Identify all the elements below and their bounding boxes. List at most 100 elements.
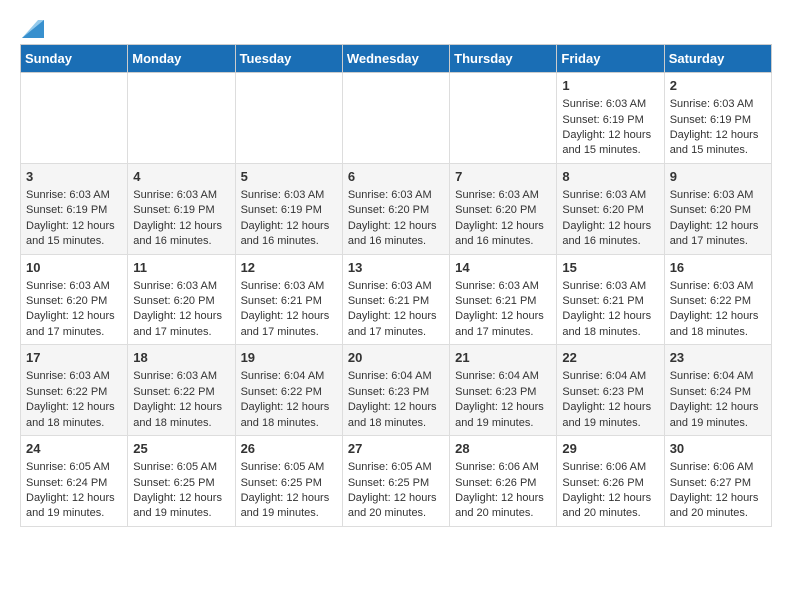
calendar-cell: 22 Sunrise: 6:04 AM Sunset: 6:23 PM Dayli…	[557, 345, 664, 436]
day-header-friday: Friday	[557, 45, 664, 73]
day-info: Sunrise: 6:03 AM Sunset: 6:19 PM Dayligh…	[241, 188, 337, 250]
day-number: 25	[133, 440, 229, 458]
day-number: 22	[562, 349, 658, 367]
day-header-sunday: Sunday	[21, 45, 128, 73]
day-info: Sunrise: 6:03 AM Sunset: 6:21 PM Dayligh…	[562, 279, 658, 341]
calendar-cell: 6 Sunrise: 6:03 AM Sunset: 6:20 PM Daylig…	[342, 163, 449, 254]
day-number: 7	[455, 168, 551, 186]
day-number: 13	[348, 259, 444, 277]
calendar-cell: 11 Sunrise: 6:03 AM Sunset: 6:20 PM Dayli…	[128, 254, 235, 345]
day-number: 30	[670, 440, 766, 458]
day-number: 15	[562, 259, 658, 277]
day-number: 9	[670, 168, 766, 186]
day-info: Sunrise: 6:03 AM Sunset: 6:20 PM Dayligh…	[348, 188, 444, 250]
day-info: Sunrise: 6:05 AM Sunset: 6:25 PM Dayligh…	[241, 460, 337, 522]
calendar-week-row: 24Sunrise: 6:05 AM Sunset: 6:24 PM Dayli…	[21, 436, 772, 527]
day-number: 12	[241, 259, 337, 277]
day-info: Sunrise: 6:06 AM Sunset: 6:26 PM Dayligh…	[562, 460, 658, 522]
day-number: 14	[455, 259, 551, 277]
calendar-cell: 18 Sunrise: 6:03 AM Sunset: 6:22 PM Dayli…	[128, 345, 235, 436]
calendar-cell: 4 Sunrise: 6:03 AM Sunset: 6:19 PM Daylig…	[128, 163, 235, 254]
day-number: 6	[348, 168, 444, 186]
calendar-cell: 25 Sunrise: 6:05 AM Sunset: 6:25 PM Dayli…	[128, 436, 235, 527]
day-info: Sunrise: 6:03 AM Sunset: 6:21 PM Dayligh…	[241, 279, 337, 341]
day-info: Sunrise: 6:05 AM Sunset: 6:25 PM Dayligh…	[348, 460, 444, 522]
day-number: 16	[670, 259, 766, 277]
logo-icon	[22, 20, 44, 38]
calendar-cell: 7 Sunrise: 6:03 AM Sunset: 6:20 PM Daylig…	[450, 163, 557, 254]
calendar-cell: 26 Sunrise: 6:05 AM Sunset: 6:25 PM Dayli…	[235, 436, 342, 527]
day-number: 21	[455, 349, 551, 367]
calendar-cell: 8Sunrise: 6:03 AM Sunset: 6:20 PM Daylig…	[557, 163, 664, 254]
calendar-table: SundayMondayTuesdayWednesdayThursdayFrid…	[20, 44, 772, 527]
day-info: Sunrise: 6:03 AM Sunset: 6:19 PM Dayligh…	[562, 97, 658, 159]
day-number: 17	[26, 349, 122, 367]
calendar-cell: 17 Sunrise: 6:03 AM Sunset: 6:22 PM Dayli…	[21, 345, 128, 436]
day-number: 5	[241, 168, 337, 186]
day-info: Sunrise: 6:04 AM Sunset: 6:23 PM Dayligh…	[562, 369, 658, 431]
day-number: 11	[133, 259, 229, 277]
day-number: 4	[133, 168, 229, 186]
day-number: 29	[562, 440, 658, 458]
day-info: Sunrise: 6:04 AM Sunset: 6:23 PM Dayligh…	[455, 369, 551, 431]
day-number: 10	[26, 259, 122, 277]
day-info: Sunrise: 6:03 AM Sunset: 6:19 PM Dayligh…	[26, 188, 122, 250]
day-number: 26	[241, 440, 337, 458]
calendar-cell: 24Sunrise: 6:05 AM Sunset: 6:24 PM Dayli…	[21, 436, 128, 527]
calendar-cell	[342, 73, 449, 164]
day-info: Sunrise: 6:04 AM Sunset: 6:22 PM Dayligh…	[241, 369, 337, 431]
calendar-cell: 29 Sunrise: 6:06 AM Sunset: 6:26 PM Dayli…	[557, 436, 664, 527]
day-header-tuesday: Tuesday	[235, 45, 342, 73]
calendar-cell: 2 Sunrise: 6:03 AM Sunset: 6:19 PM Daylig…	[664, 73, 771, 164]
day-info: Sunrise: 6:03 AM Sunset: 6:21 PM Dayligh…	[455, 279, 551, 341]
calendar-cell: 23Sunrise: 6:04 AM Sunset: 6:24 PM Dayli…	[664, 345, 771, 436]
calendar-cell: 12 Sunrise: 6:03 AM Sunset: 6:21 PM Dayli…	[235, 254, 342, 345]
day-header-wednesday: Wednesday	[342, 45, 449, 73]
calendar-header-row: SundayMondayTuesdayWednesdayThursdayFrid…	[21, 45, 772, 73]
day-info: Sunrise: 6:03 AM Sunset: 6:19 PM Dayligh…	[670, 97, 766, 159]
calendar-cell: 28Sunrise: 6:06 AM Sunset: 6:26 PM Dayli…	[450, 436, 557, 527]
calendar-week-row: 1 Sunrise: 6:03 AM Sunset: 6:19 PM Daylig…	[21, 73, 772, 164]
header	[20, 20, 772, 34]
calendar-week-row: 17 Sunrise: 6:03 AM Sunset: 6:22 PM Dayli…	[21, 345, 772, 436]
day-number: 20	[348, 349, 444, 367]
day-info: Sunrise: 6:05 AM Sunset: 6:25 PM Dayligh…	[133, 460, 229, 522]
day-number: 27	[348, 440, 444, 458]
calendar-cell	[128, 73, 235, 164]
day-header-saturday: Saturday	[664, 45, 771, 73]
calendar-cell: 16 Sunrise: 6:03 AM Sunset: 6:22 PM Dayli…	[664, 254, 771, 345]
day-header-monday: Monday	[128, 45, 235, 73]
day-info: Sunrise: 6:06 AM Sunset: 6:26 PM Dayligh…	[455, 460, 551, 522]
calendar-cell	[450, 73, 557, 164]
calendar-cell: 1 Sunrise: 6:03 AM Sunset: 6:19 PM Daylig…	[557, 73, 664, 164]
calendar-week-row: 10 Sunrise: 6:03 AM Sunset: 6:20 PM Dayli…	[21, 254, 772, 345]
day-number: 19	[241, 349, 337, 367]
calendar-cell: 5 Sunrise: 6:03 AM Sunset: 6:19 PM Daylig…	[235, 163, 342, 254]
day-number: 23	[670, 349, 766, 367]
day-info: Sunrise: 6:03 AM Sunset: 6:22 PM Dayligh…	[133, 369, 229, 431]
logo	[20, 20, 44, 34]
calendar-cell: 9 Sunrise: 6:03 AM Sunset: 6:20 PM Daylig…	[664, 163, 771, 254]
day-info: Sunrise: 6:03 AM Sunset: 6:20 PM Dayligh…	[455, 188, 551, 250]
day-info: Sunrise: 6:03 AM Sunset: 6:19 PM Dayligh…	[133, 188, 229, 250]
calendar-cell: 3 Sunrise: 6:03 AM Sunset: 6:19 PM Daylig…	[21, 163, 128, 254]
calendar-cell: 27 Sunrise: 6:05 AM Sunset: 6:25 PM Dayli…	[342, 436, 449, 527]
day-info: Sunrise: 6:03 AM Sunset: 6:20 PM Dayligh…	[670, 188, 766, 250]
day-info: Sunrise: 6:05 AM Sunset: 6:24 PM Dayligh…	[26, 460, 122, 522]
calendar-cell: 19 Sunrise: 6:04 AM Sunset: 6:22 PM Dayli…	[235, 345, 342, 436]
day-number: 3	[26, 168, 122, 186]
day-info: Sunrise: 6:06 AM Sunset: 6:27 PM Dayligh…	[670, 460, 766, 522]
day-info: Sunrise: 6:03 AM Sunset: 6:22 PM Dayligh…	[26, 369, 122, 431]
day-info: Sunrise: 6:03 AM Sunset: 6:21 PM Dayligh…	[348, 279, 444, 341]
calendar-cell: 15 Sunrise: 6:03 AM Sunset: 6:21 PM Dayli…	[557, 254, 664, 345]
day-info: Sunrise: 6:03 AM Sunset: 6:20 PM Dayligh…	[26, 279, 122, 341]
calendar-week-row: 3 Sunrise: 6:03 AM Sunset: 6:19 PM Daylig…	[21, 163, 772, 254]
day-number: 8	[562, 168, 658, 186]
day-info: Sunrise: 6:03 AM Sunset: 6:20 PM Dayligh…	[133, 279, 229, 341]
day-number: 1	[562, 77, 658, 95]
calendar-cell: 30 Sunrise: 6:06 AM Sunset: 6:27 PM Dayli…	[664, 436, 771, 527]
day-number: 2	[670, 77, 766, 95]
day-number: 18	[133, 349, 229, 367]
day-info: Sunrise: 6:03 AM Sunset: 6:22 PM Dayligh…	[670, 279, 766, 341]
calendar-cell: 14 Sunrise: 6:03 AM Sunset: 6:21 PM Dayli…	[450, 254, 557, 345]
